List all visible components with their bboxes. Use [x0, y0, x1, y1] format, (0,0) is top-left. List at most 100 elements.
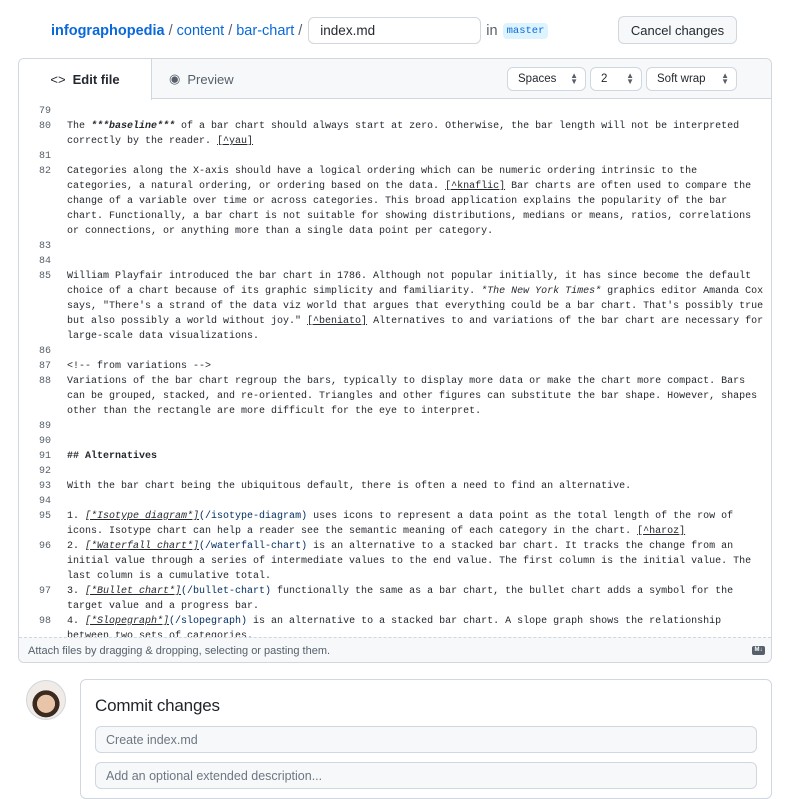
- tab-preview[interactable]: ◉ Preview: [169, 59, 234, 99]
- code-line: 90: [19, 434, 771, 449]
- line-number: 94: [39, 496, 52, 507]
- code-line: 97 3. [*Bullet chart*](/bullet-chart) fun…: [19, 584, 771, 614]
- code-line: 86: [19, 344, 771, 359]
- line-number: 81: [39, 151, 52, 162]
- tab-label: Edit file: [72, 72, 120, 87]
- select-arrows-icon: ▲ ▼: [570, 71, 578, 86]
- code-line: 91 ## Alternatives: [19, 449, 771, 464]
- code-text: 2.: [67, 541, 86, 552]
- attach-files-text: Attach files by dragging & dropping, sel…: [28, 645, 331, 657]
- line-number: 93: [39, 481, 52, 492]
- markdown-link-text: [^yau]: [217, 136, 254, 147]
- line-number: 90: [39, 436, 52, 447]
- cancel-changes-button[interactable]: Cancel changes: [618, 16, 737, 44]
- commit-panel: Commit changes Create index.md Add an op…: [80, 679, 772, 799]
- code-text: ***baseline***: [91, 121, 176, 132]
- code-line: 94: [19, 494, 771, 509]
- code-line: 80 The ***baseline*** of a bar chart shou…: [19, 119, 771, 149]
- code-line: 89: [19, 419, 771, 434]
- line-text: 4. [*Slopegraph*](/slopegraph) is an alt…: [67, 614, 769, 637]
- line-text: Categories along the X-axis should have …: [67, 164, 769, 239]
- code-line: 96 2. [*Waterfall chart*](/waterfall-char…: [19, 539, 771, 584]
- line-number: 86: [39, 346, 52, 357]
- markdown-link-text: [*Bullet chart*]: [85, 586, 182, 597]
- code-text: <!-- from variations -->: [67, 361, 212, 372]
- attach-files-bar[interactable]: Attach files by dragging & dropping, sel…: [19, 637, 771, 662]
- eye-icon: ◉: [169, 71, 181, 86]
- line-text: With the bar chart being the ubiquitous …: [67, 479, 769, 494]
- line-number: 95: [39, 511, 52, 522]
- line-number: 88: [39, 376, 52, 387]
- wrap-mode-select[interactable]: Soft wrap ▲ ▼: [646, 67, 737, 91]
- code-line: 93 With the bar chart being the ubiquitou…: [19, 479, 771, 494]
- breadcrumb-separator: /: [298, 22, 303, 39]
- line-number: 82: [39, 166, 52, 177]
- line-text: [67, 419, 769, 434]
- indent-mode-select[interactable]: Spaces ▲ ▼: [507, 67, 586, 91]
- markdown-link-text: (/slopegraph): [169, 616, 248, 627]
- code-line: 88 Variations of the bar chart regroup th…: [19, 374, 771, 419]
- commit-summary-input[interactable]: Create index.md: [95, 726, 757, 753]
- code-text: *The New York Times*: [481, 286, 602, 297]
- code-text: The: [67, 121, 92, 132]
- markdown-link-text: (/bullet-chart): [181, 586, 272, 597]
- breadcrumb-repo-link[interactable]: infographopedia: [51, 23, 165, 39]
- markdown-icon[interactable]: M↓: [752, 646, 765, 655]
- markdown-link-text: [*Waterfall chart*]: [85, 541, 200, 552]
- file-editor: <> Edit file ◉ Preview Spaces ▲ ▼ 2 ▲ ▼ Soft…: [18, 58, 772, 663]
- line-number: 91: [39, 451, 52, 462]
- code-line: 84: [19, 254, 771, 269]
- line-text: 2. [*Waterfall chart*](/waterfall-chart)…: [67, 539, 769, 584]
- breadcrumb-separator: /: [168, 22, 173, 39]
- editor-tabs: <> Edit file ◉ Preview Spaces ▲ ▼ 2 ▲ ▼ Soft…: [19, 59, 771, 100]
- markdown-link-text: (/waterfall-chart): [199, 541, 308, 552]
- select-arrows-icon: ▲ ▼: [626, 71, 634, 86]
- code-line: 79: [19, 104, 771, 119]
- breadcrumb-bar-chart-link[interactable]: bar-chart: [236, 23, 294, 39]
- code-text: 4.: [67, 616, 86, 627]
- line-number: 92: [39, 466, 52, 477]
- line-text: 1. [*Isotype diagram*](/isotype-diagram)…: [67, 509, 769, 539]
- markdown-link-text: [*Isotype diagram*]: [85, 511, 200, 522]
- line-text: [67, 104, 769, 119]
- select-value: Soft wrap: [657, 73, 706, 85]
- markdown-link-text: (/isotype-diagram): [199, 511, 308, 522]
- tab-edit-file[interactable]: <> Edit file: [19, 59, 152, 100]
- line-number: 85: [39, 271, 52, 282]
- code-line: 98 4. [*Slopegraph*](/slopegraph) is an a…: [19, 614, 771, 637]
- avatar: [26, 680, 66, 720]
- line-text: [67, 494, 769, 509]
- code-text: 3.: [67, 586, 86, 597]
- commit-description-input[interactable]: Add an optional extended description...: [95, 762, 757, 789]
- line-number: 97: [39, 586, 52, 597]
- line-text: [67, 434, 769, 449]
- markdown-link-text: [^beniato]: [307, 316, 368, 327]
- branch-badge: master: [502, 22, 549, 39]
- filename-input[interactable]: index.md: [308, 17, 482, 44]
- line-text: 3. [*Bullet chart*](/bullet-chart) funct…: [67, 584, 769, 614]
- breadcrumb-content-link[interactable]: content: [177, 23, 225, 39]
- line-text: [67, 344, 769, 359]
- in-label: in: [486, 22, 498, 39]
- indent-size-select[interactable]: 2 ▲ ▼: [590, 67, 642, 91]
- line-number: 89: [39, 421, 52, 432]
- breadcrumb-separator: /: [228, 22, 233, 39]
- code-line: 81: [19, 149, 771, 164]
- line-text: [67, 464, 769, 479]
- select-arrows-icon: ▲ ▼: [721, 71, 729, 86]
- code-line: 83: [19, 239, 771, 254]
- line-number: 87: [39, 361, 52, 372]
- line-number: 83: [39, 241, 52, 252]
- line-text: [67, 239, 769, 254]
- code-line: 87 <!-- from variations -->: [19, 359, 771, 374]
- breadcrumb: infographopedia / content / bar-chart / …: [51, 17, 549, 44]
- code-editor[interactable]: 79 80 The ***baseline*** of a bar chart s…: [19, 100, 771, 637]
- code-text: 1.: [67, 511, 86, 522]
- code-text: Variations of the bar chart regroup the …: [67, 376, 764, 417]
- commit-title: Commit changes: [95, 696, 220, 715]
- line-text: William Playfair introduced the bar char…: [67, 269, 769, 344]
- line-text: Variations of the bar chart regroup the …: [67, 374, 769, 419]
- code-icon: <>: [50, 72, 66, 87]
- line-text: ## Alternatives: [67, 449, 769, 464]
- code-line: 85 William Playfair introduced the bar ch…: [19, 269, 771, 344]
